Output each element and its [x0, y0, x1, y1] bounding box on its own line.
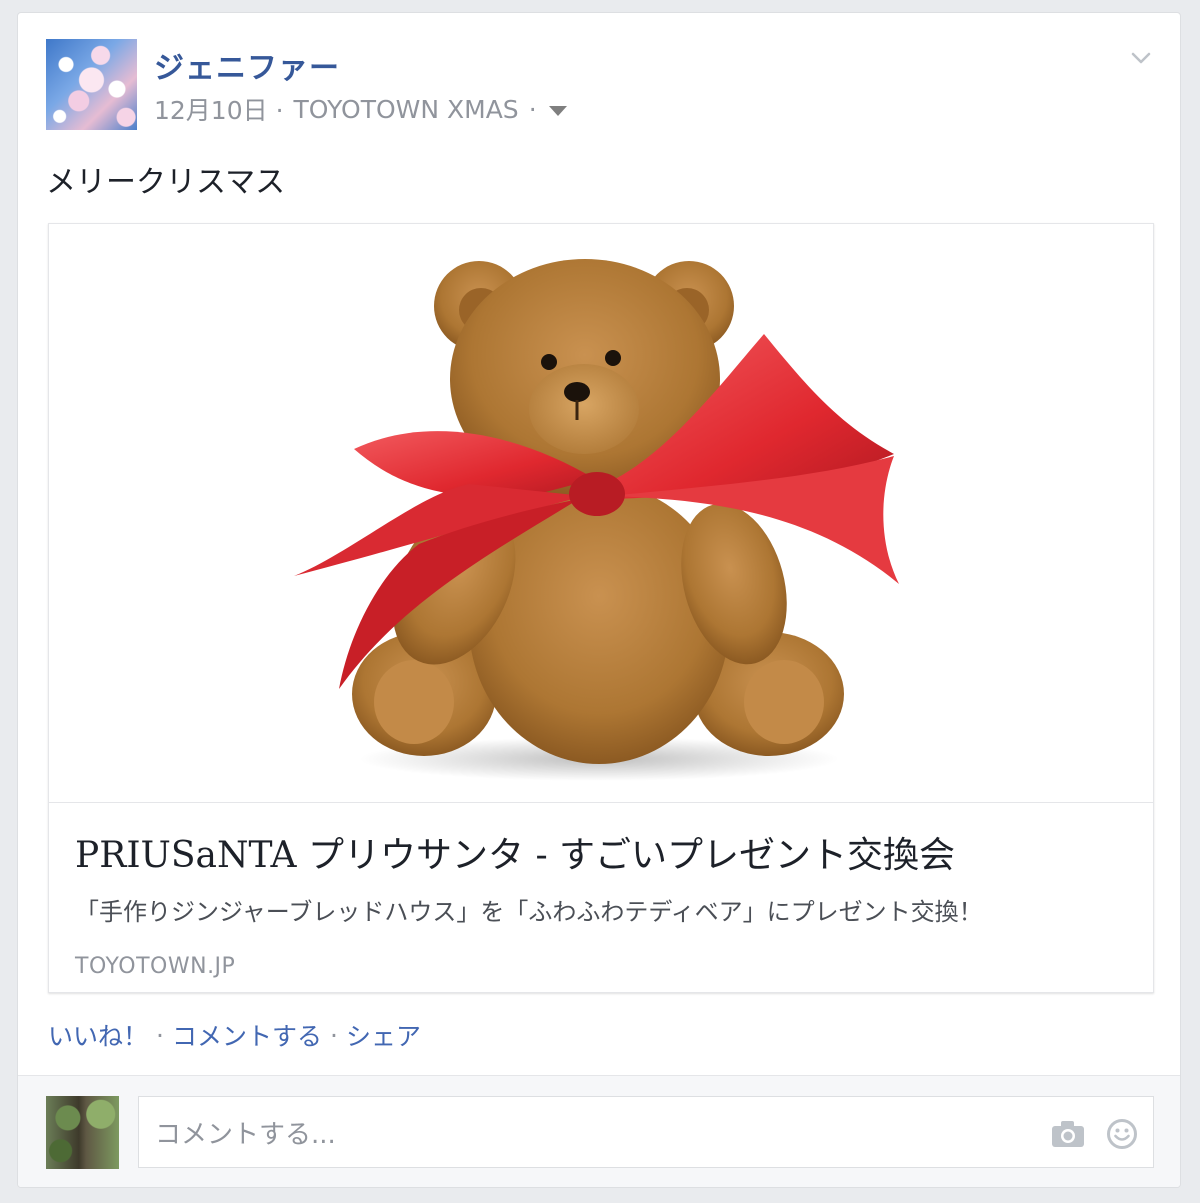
link-description: 「手作りジンジャーブレッドハウス」を「ふわふわテディベア」にプレゼント交換！	[75, 898, 983, 926]
post-text: メリークリスマス	[46, 165, 286, 200]
post-date[interactable]: 12月10日 ·	[154, 91, 284, 127]
post-actions: いいね！ · コメントする · シェア	[48, 1017, 421, 1053]
share-link[interactable]: シェア	[346, 1017, 421, 1053]
comment-link[interactable]: コメントする	[172, 1017, 322, 1053]
link-preview[interactable]: PRIUSaNTA プリウサンタ - すごいプレゼント交換会 「手作りジンジャー…	[48, 223, 1154, 993]
post-group[interactable]: TOYOTOWN XMAS	[294, 95, 519, 124]
link-domain: TOYOTOWN.JP	[75, 954, 236, 979]
meta-trailing-dot: ·	[528, 94, 537, 124]
caret-down-icon[interactable]	[548, 106, 567, 116]
teddy-bear-image[interactable]	[49, 224, 1153, 803]
chevron-down-icon[interactable]	[1130, 47, 1152, 69]
link-title[interactable]: PRIUSaNTA プリウサンタ - すごいプレゼント交換会	[75, 826, 955, 878]
post-meta: 12月10日 · TOYOTOWN XMAS ·	[154, 91, 567, 127]
action-separator: ·	[329, 1020, 338, 1050]
post-card: ジェニファー 12月10日 · TOYOTOWN XMAS · メリークリスマス	[17, 12, 1181, 1188]
teddy-bear-illustration	[294, 259, 899, 781]
comment-input-icons	[1050, 1118, 1138, 1150]
camera-icon[interactable]	[1050, 1119, 1086, 1149]
comment-area: コメントする...	[18, 1075, 1180, 1187]
comment-input[interactable]: コメントする...	[138, 1096, 1154, 1168]
author-name[interactable]: ジェニファー	[154, 43, 340, 87]
smiley-icon[interactable]	[1106, 1118, 1138, 1150]
current-user-avatar[interactable]	[46, 1096, 119, 1169]
action-separator: ·	[156, 1020, 164, 1050]
author-avatar[interactable]	[46, 39, 137, 130]
like-link[interactable]: いいね！	[48, 1017, 148, 1053]
